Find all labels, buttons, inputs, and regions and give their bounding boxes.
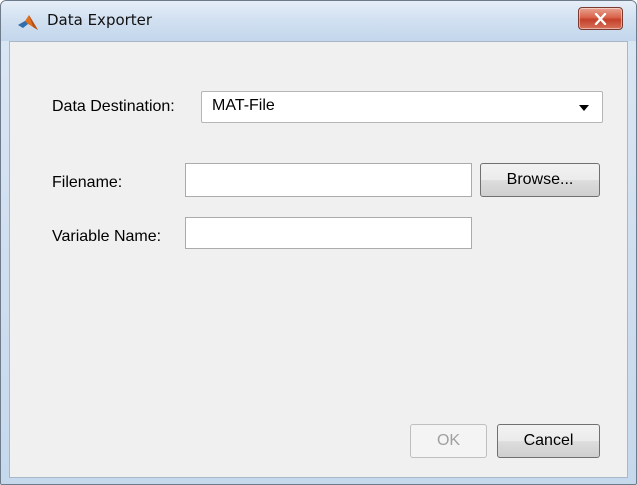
title-bar[interactable]: Data Exporter xyxy=(1,1,636,41)
variable-name-label: Variable Name: xyxy=(52,228,162,245)
filename-field[interactable] xyxy=(185,163,472,197)
filename-label: Filename: xyxy=(52,174,123,191)
ok-button[interactable]: OK xyxy=(410,424,487,458)
window-title: Data Exporter xyxy=(47,11,153,29)
matlab-logo-icon xyxy=(17,12,39,32)
close-x-icon xyxy=(594,12,607,25)
destination-label: Data Destination: xyxy=(52,98,175,115)
browse-button-label: Browse... xyxy=(506,171,574,188)
destination-selected-value: MAT-File xyxy=(212,97,275,114)
cancel-button-label: Cancel xyxy=(523,432,574,449)
destination-select[interactable]: MAT-File xyxy=(201,91,603,123)
dropdown-arrow-icon xyxy=(579,105,589,111)
cancel-button[interactable]: Cancel xyxy=(497,424,600,458)
data-exporter-window: Data Exporter Data Destination: MAT-File… xyxy=(0,0,637,485)
close-button[interactable] xyxy=(578,7,623,30)
ok-button-label: OK xyxy=(436,432,461,449)
browse-button[interactable]: Browse... xyxy=(480,163,600,197)
dialog-body: Data Destination: MAT-File Filename: Bro… xyxy=(9,41,628,478)
variable-name-field[interactable] xyxy=(185,217,472,249)
